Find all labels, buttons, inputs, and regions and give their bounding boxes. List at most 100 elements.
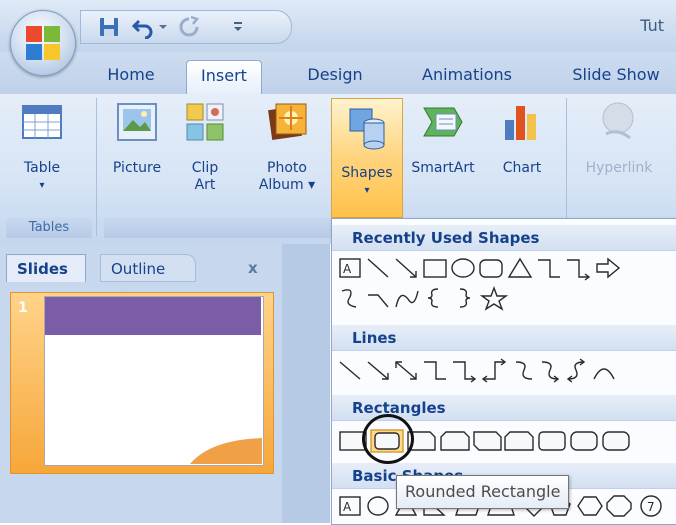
customize-toolbar-icon[interactable] <box>231 15 245 39</box>
shapes-button[interactable]: Shapes ▾ <box>331 98 403 218</box>
table-dropdown-icon: ▾ <box>39 180 45 191</box>
office-button[interactable] <box>10 10 76 76</box>
clip-art-label-line1: Clip <box>191 160 219 176</box>
pane-tabs: Slides Outline x <box>0 250 282 284</box>
decagon-number-icon[interactable]: 7 <box>640 495 662 517</box>
oval-icon[interactable] <box>367 496 389 516</box>
snip-round-rectangle-icon[interactable] <box>504 431 534 451</box>
smartart-icon <box>423 107 463 137</box>
tab-slides[interactable]: Slides <box>6 254 86 282</box>
undo-dropdown-icon[interactable] <box>157 15 169 39</box>
photo-album-label-line1: Photo <box>267 160 307 176</box>
save-icon[interactable] <box>97 15 121 39</box>
shapes-icon <box>349 108 385 150</box>
slide-number: 1 <box>18 300 28 316</box>
text-box-icon[interactable]: A <box>339 258 361 278</box>
double-arrow-icon[interactable] <box>395 361 417 380</box>
photo-album-label-line2: Album ▾ <box>258 177 316 193</box>
recent-shapes-row: A <box>338 255 672 283</box>
elbow-connector-icon[interactable] <box>538 259 560 278</box>
ribbon-tab-row: Home Insert Design Animations Slide Show <box>0 52 676 95</box>
elbow-arrow-connector-icon[interactable] <box>453 361 477 383</box>
table-button[interactable]: Table ▾ <box>14 100 70 194</box>
triangle-icon[interactable] <box>507 257 533 278</box>
tab-slide-show[interactable]: Slide Show <box>564 60 668 94</box>
smartart-label: SmartArt <box>411 160 475 176</box>
hyperlink-button[interactable]: Hyperlink <box>574 100 664 177</box>
right-arrow-icon[interactable] <box>596 257 621 279</box>
chart-label: Chart <box>502 160 542 176</box>
elbow-arrow-connector-icon[interactable] <box>567 259 591 281</box>
picture-button[interactable]: Picture <box>106 100 168 177</box>
chart-icon <box>505 106 536 140</box>
round-same-side-rectangle-icon[interactable] <box>570 431 598 451</box>
rectangle-icon[interactable] <box>423 259 447 278</box>
freeform-icon[interactable] <box>341 289 357 308</box>
tab-animations[interactable]: Animations <box>412 60 522 94</box>
photo-album-icon <box>268 103 307 140</box>
redo-icon[interactable] <box>177 15 201 39</box>
close-pane-icon[interactable]: x <box>248 254 268 282</box>
line-callout-icon[interactable] <box>368 294 389 308</box>
elbow-double-arrow-connector-icon[interactable] <box>481 358 507 383</box>
smartart-button[interactable]: SmartArt <box>404 100 482 177</box>
svg-text:A: A <box>343 500 352 514</box>
curve-icon[interactable] <box>593 368 615 380</box>
line-icon[interactable] <box>367 258 389 278</box>
slide-thumbnail-title-band <box>45 297 261 335</box>
right-brace-icon[interactable] <box>459 288 471 308</box>
octagon-icon[interactable] <box>606 495 632 517</box>
snip-same-side-rectangle-icon[interactable] <box>440 431 470 451</box>
lines-row <box>338 357 672 385</box>
hexagon-icon[interactable] <box>577 496 603 516</box>
snip-diagonal-rectangle-icon[interactable] <box>473 431 502 451</box>
clip-art-icon <box>186 103 224 141</box>
line-icon[interactable] <box>339 361 361 380</box>
curve-icon[interactable] <box>395 290 419 308</box>
editor-background <box>282 244 330 523</box>
hyperlink-label: Hyperlink <box>585 160 653 176</box>
tab-design[interactable]: Design <box>298 60 372 94</box>
tab-home[interactable]: Home <box>100 60 162 94</box>
star-icon[interactable] <box>479 286 509 311</box>
curved-connector-icon[interactable] <box>515 361 533 380</box>
window-title: Tut <box>640 16 664 35</box>
shapes-dropdown-icon: ▾ <box>364 185 370 196</box>
recent-shapes-row <box>338 285 672 313</box>
svg-text:7: 7 <box>647 500 655 514</box>
group-separator <box>566 98 567 236</box>
arrow-icon[interactable] <box>395 258 417 278</box>
picture-label: Picture <box>112 160 162 176</box>
round-single-corner-rectangle-icon[interactable] <box>538 431 566 451</box>
left-brace-icon[interactable] <box>427 288 439 308</box>
round-diagonal-rectangle-icon[interactable] <box>602 431 630 451</box>
rounded-rectangle-icon[interactable] <box>479 259 503 278</box>
tab-outline[interactable]: Outline <box>100 254 196 282</box>
section-recently-used: Recently Used Shapes <box>332 225 676 251</box>
quick-access-toolbar <box>80 10 292 44</box>
photo-album-button[interactable]: Photo Album ▾ <box>252 100 322 194</box>
table-label: Table <box>23 160 61 176</box>
slide-thumbnail-decoration <box>190 438 262 464</box>
tab-insert[interactable]: Insert <box>186 60 262 95</box>
clip-art-button[interactable]: Clip Art <box>180 100 230 194</box>
tooltip: Rounded Rectangle <box>396 475 570 509</box>
office-logo-icon <box>26 26 60 60</box>
svg-text:A: A <box>343 262 352 276</box>
section-lines: Lines <box>332 325 676 351</box>
clip-art-label-line2: Art <box>194 177 216 193</box>
undo-icon[interactable] <box>131 15 155 39</box>
curved-double-arrow-connector-icon[interactable] <box>566 358 586 383</box>
group-separator <box>96 98 97 236</box>
hyperlink-globe-icon <box>602 102 634 140</box>
highlight-circle-annotation <box>362 414 414 464</box>
text-box-icon[interactable]: A <box>339 496 361 516</box>
curved-arrow-connector-icon[interactable] <box>541 361 560 383</box>
shapes-label: Shapes <box>341 165 393 181</box>
chart-button[interactable]: Chart <box>492 100 552 177</box>
arrow-icon[interactable] <box>367 361 389 380</box>
table-icon <box>22 105 62 139</box>
picture-icon <box>117 103 157 141</box>
oval-icon[interactable] <box>451 258 475 278</box>
elbow-connector-icon[interactable] <box>424 361 446 380</box>
